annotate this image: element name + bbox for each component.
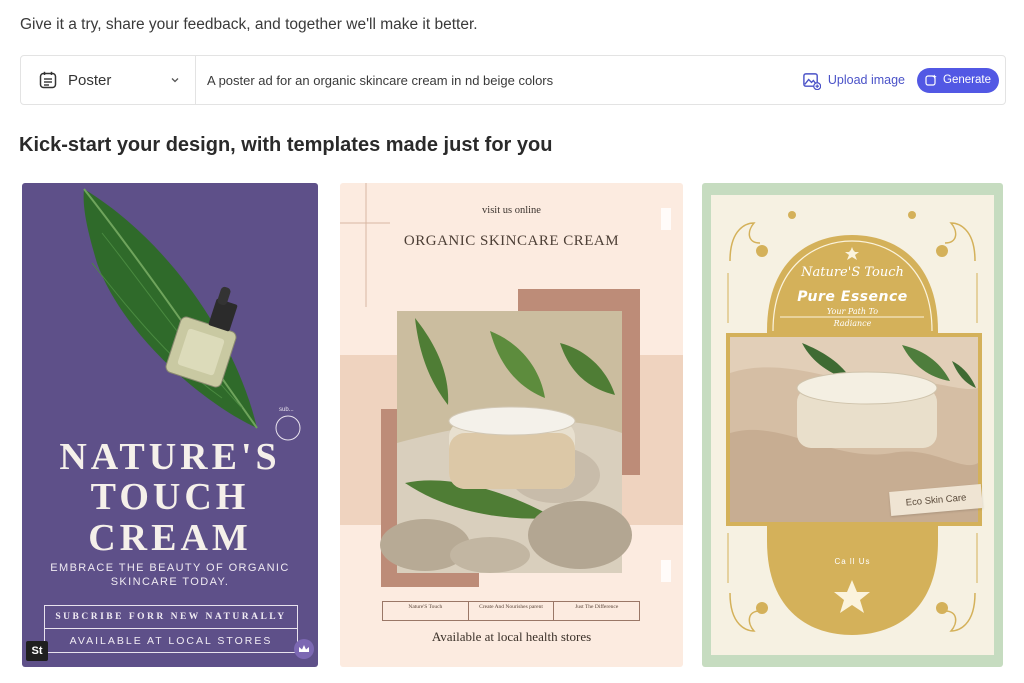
content-type-label: Poster — [68, 71, 112, 89]
poster-footer: Available at local health stores — [431, 629, 592, 644]
info-cell: Create And Nourishes parent — [469, 602, 555, 620]
poster-title: ORGANIC SKINCARE CREAM — [403, 233, 620, 249]
poster-title-line-1: NATURE'S — [59, 436, 281, 478]
template-card-natures-touch-cream[interactable]: sub... NATURE'S TOUCH CREAM EMBRACE THE … — [22, 183, 318, 667]
poster-info-box: SUBCRIBE FORR NEW NATURALLY AVAILABLE AT… — [44, 605, 298, 653]
premium-crown-icon — [294, 639, 314, 659]
image-upload-icon — [803, 72, 821, 90]
prompt-bar: Poster A poster ad for an organic skinca… — [20, 55, 1006, 105]
stock-badge: St — [26, 641, 48, 661]
leaf-and-serum-illustration — [83, 188, 301, 441]
poster-box-line-1: SUBCRIBE FORR NEW NATURALLY — [55, 612, 287, 622]
call-us-text: Ca ll Us — [834, 557, 871, 566]
content-type-dropdown[interactable]: Poster — [21, 56, 196, 104]
poster-headline: Pure Essence — [797, 289, 908, 305]
upload-image-label: Upload image — [827, 73, 905, 87]
intro-text: Give it a try, share your feedback, and … — [20, 16, 478, 33]
small-caption: sub... — [279, 407, 294, 413]
generate-button[interactable]: Generate — [917, 67, 999, 93]
cream-jar-illustration — [340, 183, 683, 587]
poster-tagline-line-2: Radiance — [833, 319, 872, 328]
poster-title-line-3: CREAM — [88, 517, 252, 559]
poster-box-line-2: AVAILABLE AT LOCAL STORES — [69, 635, 273, 647]
template-icon — [39, 71, 57, 89]
info-table: Nature'S Touch Create And Nourishes pare… — [382, 601, 640, 621]
poster-title-line-2: TOUCH — [90, 476, 250, 518]
divider — [45, 628, 297, 629]
generate-icon — [925, 74, 937, 86]
template-card-pure-essence[interactable]: Nature'S Touch Pure Essence Your Path To… — [702, 183, 1003, 667]
info-cell: Just The Difference — [575, 604, 619, 610]
info-cell: Nature'S Touch — [383, 602, 469, 620]
section-title: Kick-start your design, with templates m… — [19, 134, 553, 156]
gold-frame-illustration — [726, 211, 982, 635]
upload-image-button[interactable]: Upload image — [802, 71, 905, 90]
poster-subtitle: EMBRACE THE BEAUTY OF ORGANIC SKINCARE T… — [50, 562, 290, 588]
poster-tagline-line-1: Your Path To — [826, 307, 879, 316]
visit-text: visit us online — [482, 205, 541, 216]
template-card-organic-skincare-cream[interactable]: visit us online ORGANIC SKINCARE CREAM N… — [340, 183, 683, 667]
prompt-input[interactable]: A poster ad for an organic skincare crea… — [196, 73, 802, 88]
chevron-down-icon — [171, 78, 179, 83]
poster-brand: Nature'S Touch — [801, 265, 904, 280]
generate-label: Generate — [943, 74, 991, 86]
